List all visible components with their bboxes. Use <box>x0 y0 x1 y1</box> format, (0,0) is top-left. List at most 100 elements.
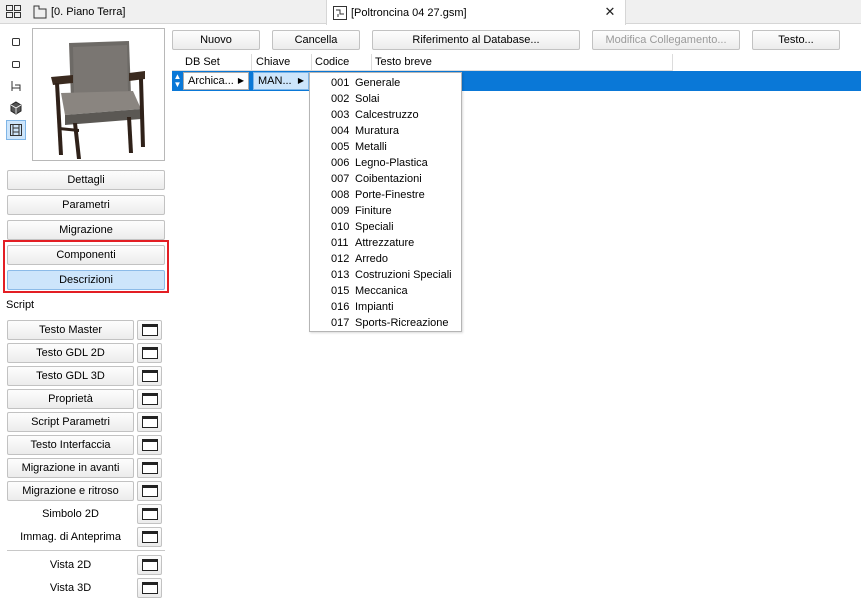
column-header-code[interactable]: Codice <box>315 56 349 68</box>
menu-item[interactable]: 005 Metalli <box>310 139 461 155</box>
menu-item-code: 005 <box>331 141 350 153</box>
menu-item-label: Finiture <box>355 205 392 217</box>
menu-item-label: Costruzioni Speciali <box>355 269 452 281</box>
column-header-short-text[interactable]: Testo breve <box>375 56 432 68</box>
key-popup[interactable]: MAN... ▶ <box>253 72 309 90</box>
2d-symbol-icon[interactable] <box>6 32 26 52</box>
menu-item[interactable]: 016 Impianti <box>310 299 461 315</box>
menu-item[interactable]: 007 Coibentazioni <box>310 171 461 187</box>
3d-view-icon[interactable] <box>6 54 26 74</box>
key-value: MAN... <box>258 75 292 87</box>
backward-migration-button[interactable]: Migrazione e ritroso <box>7 481 134 501</box>
open-window-button[interactable] <box>137 504 162 524</box>
open-window-button[interactable] <box>137 458 162 478</box>
window-icon <box>141 393 158 405</box>
menu-item-label: Speciali <box>355 221 394 233</box>
menu-item-label: Muratura <box>355 125 400 137</box>
modify-link-button[interactable]: Modifica Collegamento... <box>592 30 740 50</box>
menu-item-label: Solai <box>355 93 380 105</box>
table-row[interactable]: ▲ ▼ Archica... ▶ MAN... ▶ <box>172 71 861 91</box>
column-separator <box>311 54 312 70</box>
menu-item[interactable]: 013 Costruzioni Speciali <box>310 267 461 283</box>
open-window-button[interactable] <box>137 578 162 598</box>
window-icon <box>141 508 158 520</box>
open-window-button[interactable] <box>137 481 162 501</box>
open-window-button[interactable] <box>137 320 162 340</box>
window-icon <box>141 439 158 451</box>
menu-item[interactable]: 003 Calcestruzzo <box>310 107 461 123</box>
menu-item-label: Sports-Ricreazione <box>355 317 449 329</box>
menu-item[interactable]: 015 Meccanica <box>310 283 461 299</box>
open-window-button[interactable] <box>137 366 162 386</box>
menu-item[interactable]: 009 Finiture <box>310 203 461 219</box>
menu-item-code: 012 <box>331 253 350 265</box>
gdl-3d-script-button[interactable]: Testo GDL 3D <box>7 366 134 386</box>
menu-item[interactable]: 002 Solai <box>310 91 461 107</box>
menu-item-label: Porte-Finestre <box>355 189 425 201</box>
new-button[interactable]: Nuovo <box>172 30 260 50</box>
column-header-key[interactable]: Chiave <box>256 56 290 68</box>
menu-item[interactable]: 008 Porte-Finestre <box>310 187 461 203</box>
master-script-button[interactable]: Testo Master <box>7 320 134 340</box>
menu-item[interactable]: 001 Generale <box>310 75 461 91</box>
view-toggle-toolbar <box>6 32 28 142</box>
menu-item[interactable]: 010 Speciali <box>310 219 461 235</box>
menu-item-code: 006 <box>331 157 350 169</box>
menu-item[interactable]: 006 Legno-Plastica <box>310 155 461 171</box>
menu-item-code: 009 <box>331 205 350 217</box>
details-button[interactable]: Dettagli <box>7 170 165 190</box>
menu-item-code: 015 <box>331 285 350 297</box>
migration-button[interactable]: Migrazione <box>7 220 165 240</box>
delete-button[interactable]: Cancella <box>272 30 360 50</box>
menu-item-code: 013 <box>331 269 350 281</box>
menu-item-code: 008 <box>331 189 350 201</box>
open-window-button[interactable] <box>137 412 162 432</box>
open-window-button[interactable] <box>137 343 162 363</box>
menu-item-code: 011 <box>331 237 349 249</box>
menu-item-label: Generale <box>355 77 401 89</box>
parameters-button[interactable]: Parametri <box>7 195 165 215</box>
menu-item-code: 002 <box>331 93 350 105</box>
window-icon <box>141 559 158 571</box>
properties-script-button[interactable]: Proprietà <box>7 389 134 409</box>
forward-migration-button[interactable]: Migrazione in avanti <box>7 458 134 478</box>
row-drag-handle-icon[interactable]: ▲ ▼ <box>173 73 182 89</box>
text-button[interactable]: Testo... <box>752 30 840 50</box>
open-window-button[interactable] <box>137 435 162 455</box>
armchair-preview-image <box>51 41 145 159</box>
open-window-button[interactable] <box>137 527 162 547</box>
film-strip-icon[interactable] <box>6 120 26 140</box>
menu-item[interactable]: 004 Muratura <box>310 123 461 139</box>
tab-gsm-object[interactable]: [Poltroncina 04 27.gsm] ✕ <box>326 0 626 25</box>
close-icon[interactable]: ✕ <box>603 5 617 19</box>
menu-item-label: Metalli <box>355 141 387 153</box>
tab-floor-plan[interactable]: [0. Piano Terra] <box>30 0 325 24</box>
window-icon <box>141 582 158 594</box>
parameter-script-button[interactable]: Script Parametri <box>7 412 134 432</box>
menu-item[interactable]: 011 Attrezzature <box>310 235 461 251</box>
column-header-db-set[interactable]: DB Set <box>185 56 220 68</box>
gdl-2d-script-button[interactable]: Testo GDL 2D <box>7 343 134 363</box>
window-icon <box>141 324 158 336</box>
menu-item[interactable]: 017 Sports-Ricreazione <box>310 315 461 331</box>
menu-item[interactable]: 012 Arredo <box>310 251 461 267</box>
cube-icon[interactable] <box>6 98 26 118</box>
menu-item-label: Impianti <box>355 301 394 313</box>
window-icon <box>141 531 158 543</box>
db-set-popup[interactable]: Archica... ▶ <box>183 72 249 90</box>
menu-item-label: Arredo <box>355 253 389 265</box>
grid-icon[interactable] <box>6 5 21 18</box>
tab-label: [Poltroncina 04 27.gsm] <box>351 6 467 19</box>
chair-view-icon[interactable] <box>6 76 26 96</box>
open-window-button[interactable] <box>137 555 162 575</box>
interface-script-button[interactable]: Testo Interfaccia <box>7 435 134 455</box>
window-icon <box>141 416 158 428</box>
open-window-button[interactable] <box>137 389 162 409</box>
key-dropdown-menu: 001 Generale 002 Solai 003 Calcestruzzo 004… <box>309 72 462 332</box>
triangle-right-icon: ▶ <box>237 76 244 85</box>
menu-item-code: 004 <box>331 125 350 137</box>
triangle-right-icon: ▶ <box>297 76 304 85</box>
table-header: DB Set Chiave Codice Testo breve <box>172 54 673 71</box>
menu-item-code: 010 <box>331 221 350 233</box>
database-reference-button[interactable]: Riferimento al Database... <box>372 30 580 50</box>
